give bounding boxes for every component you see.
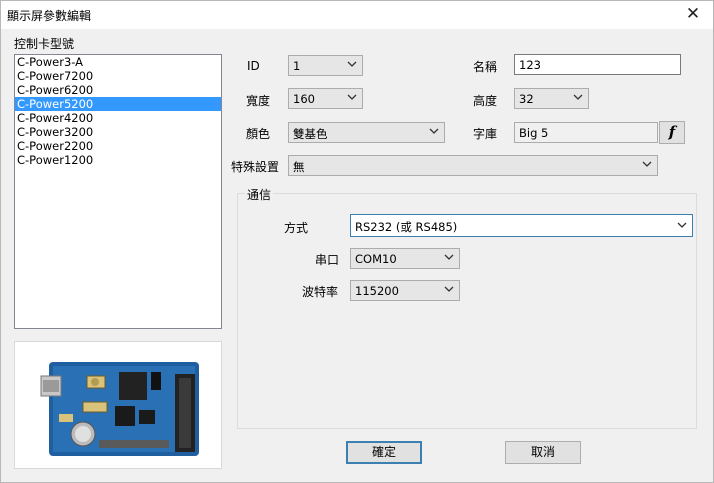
list-item[interactable]: C-Power2200 [15, 139, 221, 153]
special-combo[interactable]: 無 [288, 155, 658, 176]
list-item[interactable]: C-Power5200 [15, 97, 221, 111]
font-field: Big 5 [514, 122, 658, 143]
controller-list[interactable]: C-Power3-A C-Power7200 C-Power6200 C-Power5… [14, 54, 222, 329]
height-value: 32 [519, 92, 534, 106]
mode-combo[interactable]: RS232 (或 RS485) [350, 214, 693, 237]
font-label: 字庫 [473, 127, 498, 141]
chevron-down-icon [429, 128, 439, 134]
chevron-down-icon [347, 94, 357, 100]
cancel-button[interactable]: 取消 [505, 441, 581, 464]
chevron-down-icon [347, 61, 357, 67]
height-combo[interactable]: 32 [514, 88, 589, 109]
ok-button[interactable]: 確定 [346, 441, 422, 464]
list-item[interactable]: C-Power6200 [15, 83, 221, 97]
color-value: 雙基色 [293, 127, 328, 141]
id-value: 1 [293, 59, 301, 73]
color-label: 顏色 [246, 127, 271, 141]
list-item[interactable]: C-Power1200 [15, 153, 221, 167]
font-picker-button[interactable]: f [659, 121, 685, 144]
width-combo[interactable]: 160 [288, 88, 363, 109]
mode-label: 方式 [284, 221, 309, 235]
id-label: ID [247, 59, 260, 73]
chevron-down-icon [573, 94, 583, 100]
window-title: 顯示屏參數編輯 [7, 9, 92, 23]
chevron-down-icon [444, 254, 454, 260]
chevron-down-icon [642, 161, 652, 167]
width-value: 160 [293, 92, 315, 106]
baud-combo[interactable]: 115200 [350, 280, 460, 301]
list-item[interactable]: C-Power4200 [15, 111, 221, 125]
dialog-window: 顯示屏參數編輯 ✕ 控制卡型號 C-Power3-A C-Power7200 C-P… [0, 0, 714, 483]
title-bar: 顯示屏參數編輯 ✕ [1, 1, 713, 29]
port-value: COM10 [355, 252, 397, 266]
baud-label: 波特率 [302, 285, 339, 299]
chevron-down-icon [444, 286, 454, 292]
height-label: 高度 [473, 94, 498, 108]
controller-label: 控制卡型號 [14, 37, 75, 51]
port-label: 串口 [315, 253, 340, 267]
name-label: 名稱 [473, 60, 498, 74]
color-combo[interactable]: 雙基色 [288, 122, 445, 143]
close-icon[interactable]: ✕ [681, 4, 705, 24]
special-value: 無 [293, 160, 305, 174]
font-value: Big 5 [519, 126, 549, 140]
list-item[interactable]: C-Power3200 [15, 125, 221, 139]
name-input[interactable]: 123 [514, 54, 681, 75]
port-combo[interactable]: COM10 [350, 248, 460, 269]
name-value: 123 [519, 58, 541, 72]
list-item[interactable]: C-Power3-A [15, 55, 221, 69]
comm-group-label: 通信 [245, 186, 274, 203]
width-label: 寬度 [246, 94, 271, 108]
special-label: 特殊設置 [231, 160, 280, 174]
chevron-down-icon [677, 222, 687, 228]
id-combo[interactable]: 1 [288, 55, 363, 76]
list-item[interactable]: C-Power7200 [15, 69, 221, 83]
mode-value: RS232 (或 RS485) [355, 220, 458, 234]
controller-board-image [14, 341, 222, 469]
baud-value: 115200 [355, 284, 399, 298]
